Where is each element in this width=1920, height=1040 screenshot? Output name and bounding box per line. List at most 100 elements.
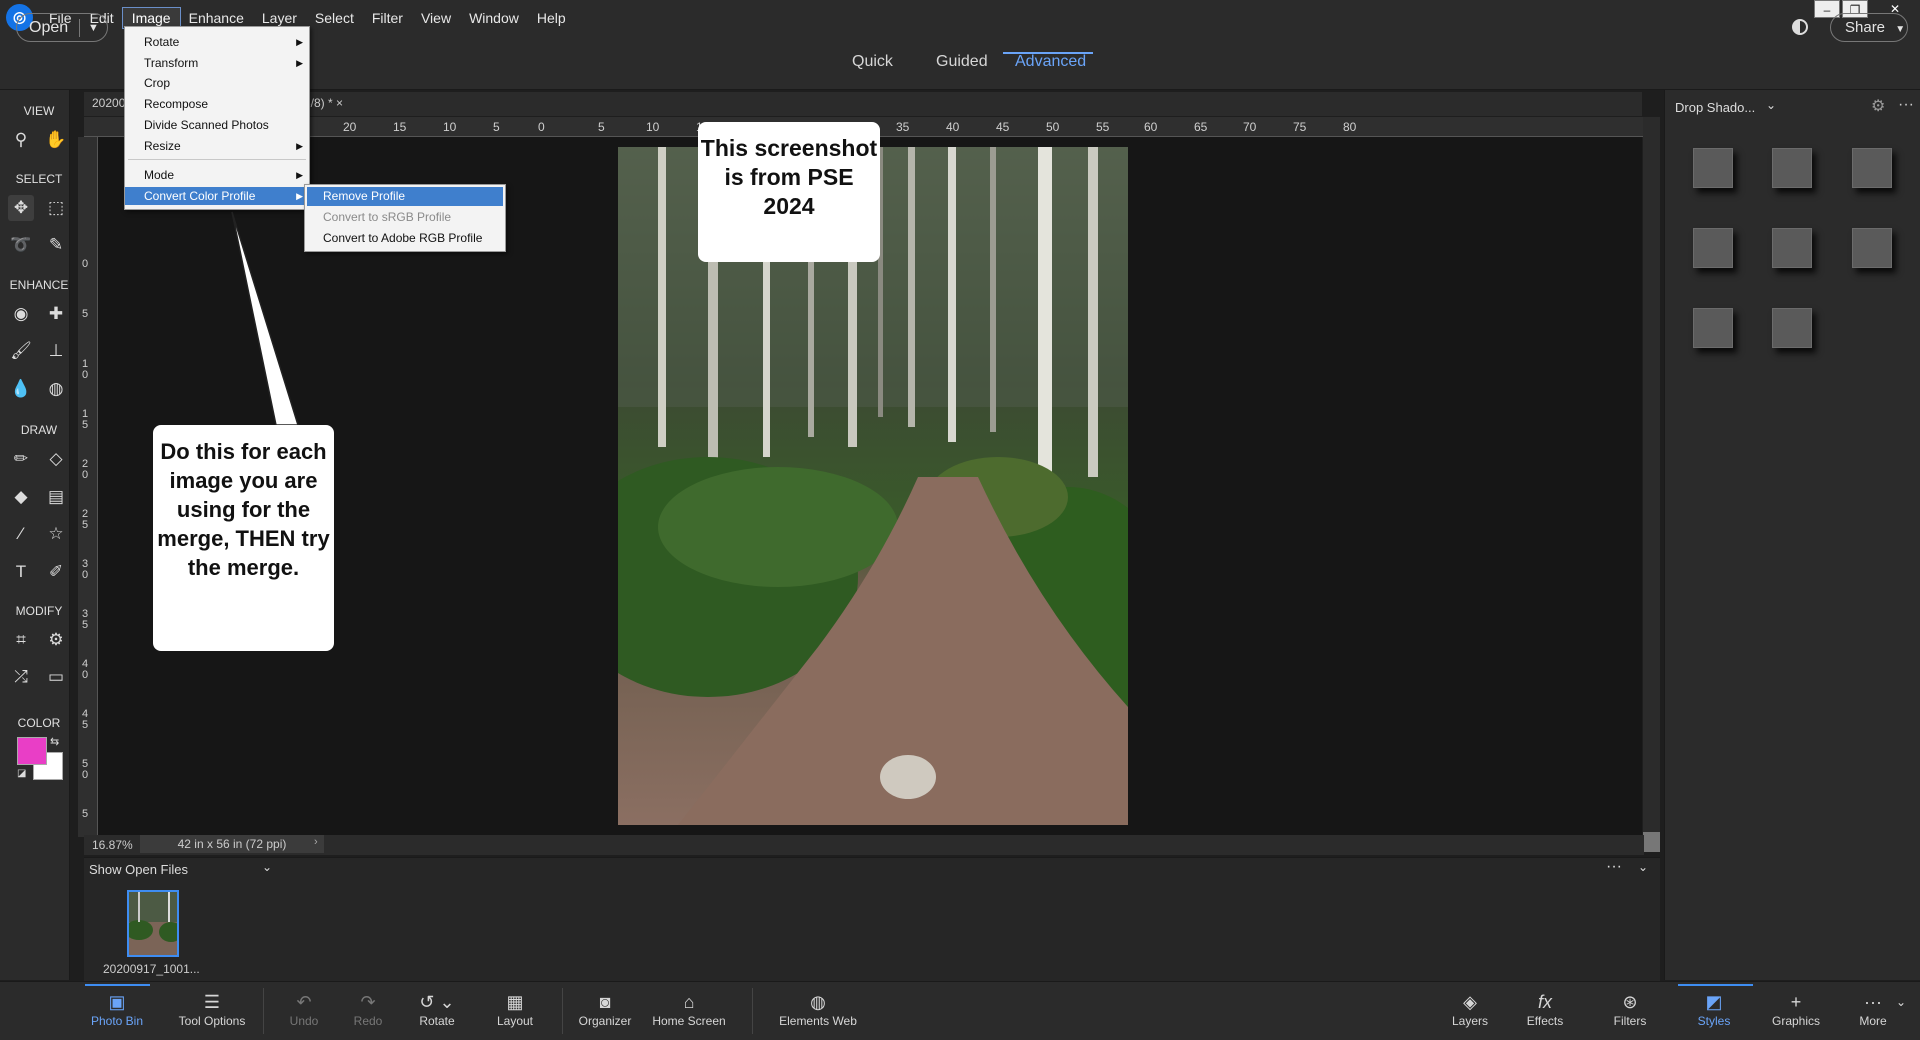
more-button[interactable]: ··· More — [1853, 990, 1893, 1028]
chevron-right-icon[interactable]: › — [314, 836, 318, 848]
eraser-tool-icon[interactable]: ◇ — [43, 446, 69, 472]
content-aware-move-icon[interactable]: ⤮ — [8, 664, 34, 690]
filters-button[interactable]: ⊛ Filters — [1606, 990, 1654, 1028]
chevron-down-icon[interactable]: ⌄ — [262, 860, 272, 874]
blur-tool-icon[interactable]: 💧 — [8, 376, 34, 402]
eyedropper-tool-icon[interactable]: ⁄ — [8, 521, 34, 547]
chevron-down-icon[interactable]: ⌄ — [1766, 98, 1776, 112]
menu-item-transform[interactable]: Transform ▶ — [125, 54, 309, 72]
hand-tool-icon[interactable]: ✋ — [43, 127, 69, 153]
style-swatch[interactable] — [1693, 308, 1733, 348]
menu-filter[interactable]: Filter — [363, 8, 412, 28]
graphics-label: Graphics — [1771, 1014, 1821, 1028]
foreground-color-swatch[interactable] — [17, 737, 47, 765]
gear-icon[interactable]: ⚙ — [1871, 96, 1885, 116]
more-options-icon[interactable]: ··· — [1898, 96, 1914, 114]
show-open-files-select[interactable]: Show Open Files — [89, 862, 188, 877]
style-swatch[interactable] — [1852, 228, 1892, 268]
section-select: SELECT — [15, 172, 63, 186]
brush-tool-icon[interactable]: ✏ — [8, 446, 34, 472]
menu-select[interactable]: Select — [306, 8, 363, 28]
styles-button[interactable]: ◩ Styles — [1689, 990, 1739, 1028]
layers-button[interactable]: ◈ Layers — [1446, 990, 1494, 1028]
menu-item-resize[interactable]: Resize ▶ — [125, 137, 309, 155]
menu-item-convert-color-profile[interactable]: Convert Color Profile ▶ — [125, 187, 309, 205]
effects-button[interactable]: fx Effects — [1521, 990, 1569, 1028]
organizer-label: Organizer — [578, 1014, 632, 1028]
style-swatch[interactable] — [1693, 148, 1733, 188]
paint-bucket-tool-icon[interactable]: ◆ — [8, 484, 34, 510]
menu-item-crop[interactable]: Crop — [125, 74, 309, 92]
style-type-select[interactable]: Drop Shado... — [1675, 100, 1755, 115]
recompose-tool-icon[interactable]: ⚙ — [43, 627, 69, 653]
zoom-tool-icon[interactable]: ⚲ — [8, 127, 34, 153]
marquee-tool-icon[interactable]: ⬚ — [43, 195, 69, 221]
crop-tool-icon[interactable]: ⌗ — [8, 627, 34, 653]
type-tool-icon[interactable]: T — [8, 559, 34, 585]
default-colors-icon[interactable]: ◪ — [17, 768, 26, 779]
style-swatch[interactable] — [1772, 308, 1812, 348]
tool-options-button[interactable]: ☰ Tool Options — [172, 990, 252, 1028]
lasso-tool-icon[interactable]: ➰ — [8, 232, 34, 258]
menu-layer[interactable]: Layer — [253, 8, 306, 28]
collapse-icon[interactable]: ⌄ — [1638, 860, 1648, 874]
menu-item-convert-adobe-rgb[interactable]: Convert to Adobe RGB Profile — [307, 229, 503, 248]
share-button[interactable]: Share ▼ — [1830, 13, 1908, 42]
style-swatch[interactable] — [1693, 228, 1733, 268]
rotate-button[interactable]: ↺ ⌄ Rotate — [411, 990, 463, 1028]
shape-tool-icon[interactable]: ☆ — [43, 521, 69, 547]
submenu-arrow-icon: ▶ — [296, 191, 303, 201]
photo-thumbnail[interactable] — [127, 890, 179, 957]
style-swatch[interactable] — [1852, 148, 1892, 188]
undo-button[interactable]: ↶ Undo — [282, 990, 326, 1028]
menu-item-recompose[interactable]: Recompose — [125, 95, 309, 113]
menu-item-remove-profile[interactable]: Remove Profile — [307, 187, 503, 206]
ruler-tick-label: 2 5 — [82, 508, 89, 531]
spot-healing-tool-icon[interactable]: ✚ — [43, 301, 69, 327]
menu-item-rotate[interactable]: Rotate ▶ — [125, 33, 309, 51]
menu-help[interactable]: Help — [528, 8, 575, 28]
more-options-icon[interactable]: ··· — [1606, 858, 1622, 876]
red-eye-tool-icon[interactable]: ◉ — [8, 301, 34, 327]
straighten-tool-icon[interactable]: ▭ — [43, 664, 69, 690]
chevron-down-icon[interactable]: ⌄ — [1896, 995, 1906, 1009]
close-tab-icon[interactable]: × — [336, 96, 343, 110]
tab-quick[interactable]: Quick — [852, 53, 893, 71]
photo-bin-button[interactable]: ▣ Photo Bin — [86, 990, 148, 1028]
menu-item-mode[interactable]: Mode ▶ — [125, 166, 309, 184]
theme-toggle-icon[interactable] — [1792, 19, 1808, 35]
home-screen-button[interactable]: ⌂ Home Screen — [648, 990, 730, 1028]
menu-item-label: Mode — [144, 168, 175, 182]
layout-button[interactable]: ▦ Layout — [489, 990, 541, 1028]
tab-guided[interactable]: Guided — [936, 53, 988, 71]
gradient-tool-icon[interactable]: ▤ — [43, 484, 69, 510]
quick-selection-tool-icon[interactable]: ✎ — [43, 232, 69, 258]
pencil-tool-icon[interactable]: ✐ — [43, 559, 69, 585]
document-tab-label[interactable]: 20200 — [92, 96, 125, 110]
smart-brush-tool-icon[interactable]: 🖌 — [8, 338, 34, 364]
menu-item-divide-scanned-photos[interactable]: Divide Scanned Photos — [125, 116, 309, 134]
organizer-icon: ◙ — [599, 992, 611, 1012]
organizer-button[interactable]: ◙ Organizer — [573, 990, 637, 1028]
style-swatch[interactable] — [1772, 228, 1812, 268]
menu-enhance[interactable]: Enhance — [180, 8, 253, 28]
scrollbar-thumb[interactable] — [1643, 832, 1660, 852]
clone-stamp-tool-icon[interactable]: ⊥ — [43, 338, 69, 364]
menu-window[interactable]: Window — [460, 8, 528, 28]
vertical-scrollbar[interactable] — [1643, 117, 1660, 837]
tab-advanced[interactable]: Advanced — [1015, 53, 1086, 71]
fx-icon: fx — [1537, 992, 1552, 1012]
style-swatch[interactable] — [1772, 148, 1812, 188]
move-tool-icon[interactable]: ✥ — [8, 195, 34, 221]
sponge-tool-icon[interactable]: ◍ — [43, 376, 69, 402]
document-info[interactable]: 42 in x 56 in (72 ppi) — [140, 835, 324, 853]
redo-button[interactable]: ↷ Redo — [346, 990, 390, 1028]
ruler-tick-label: 1 0 — [82, 358, 89, 381]
menu-view[interactable]: View — [412, 8, 460, 28]
open-button[interactable]: Open ▼ — [16, 13, 108, 42]
swap-colors-icon[interactable]: ⇆ — [50, 735, 59, 748]
elements-web-button[interactable]: ◍ Elements Web — [772, 990, 864, 1028]
menu-image[interactable]: Image — [121, 6, 181, 29]
chevron-down-icon[interactable]: ▼ — [80, 22, 99, 34]
graphics-button[interactable]: + Graphics — [1766, 990, 1826, 1028]
